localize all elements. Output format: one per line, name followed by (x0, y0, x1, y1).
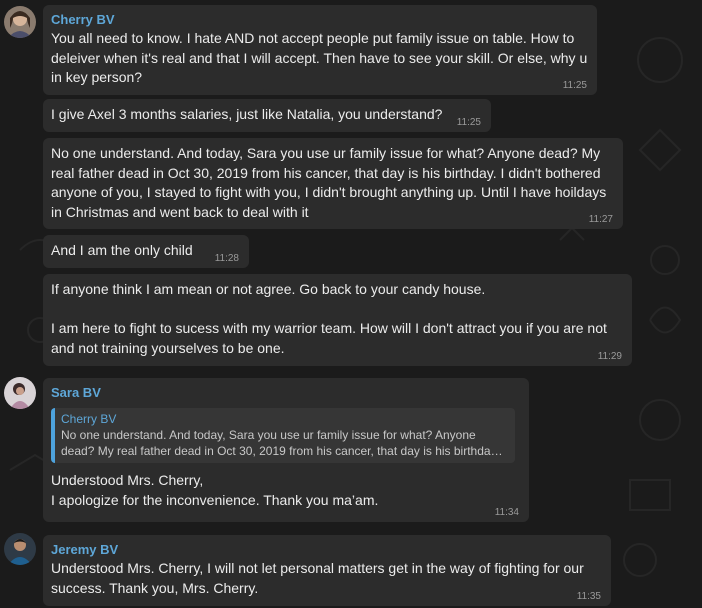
sender-name[interactable]: Jeremy BV (51, 541, 603, 559)
reply-sender-name: Cherry BV (61, 412, 117, 426)
message-text: If anyone think I am mean or not agree. … (51, 281, 607, 356)
avatar-sara[interactable] (4, 377, 36, 409)
avatar-jeremy[interactable] (4, 533, 36, 565)
message-bubble[interactable]: Cherry BV You all need to know. I hate A… (43, 5, 597, 95)
sender-name[interactable]: Cherry BV (51, 11, 589, 29)
reply-quote[interactable]: Cherry BV No one understand. And today, … (51, 408, 515, 463)
message-text: No one understand. And today, Sara you u… (51, 145, 611, 220)
message-time: 11:25 (562, 80, 587, 91)
message-text: Understood Mrs. Cherry, I apologize for … (51, 472, 379, 508)
message-time: 11:28 (214, 253, 239, 264)
message-text: And I am the only child (51, 242, 193, 258)
message-time: 11:29 (597, 351, 622, 362)
message-bubble[interactable]: If anyone think I am mean or not agree. … (43, 274, 632, 366)
avatar-cherry[interactable] (4, 6, 36, 38)
message-text: I give Axel 3 months salaries, just like… (51, 106, 443, 122)
message-text: Understood Mrs. Cherry, I will not let p… (51, 560, 588, 596)
message-time: 11:34 (494, 507, 519, 518)
message-bubble[interactable]: Jeremy BV Understood Mrs. Cherry, I will… (43, 535, 611, 606)
message-bubble[interactable]: I give Axel 3 months salaries, just like… (43, 99, 491, 132)
message-time: 11:35 (576, 591, 601, 602)
reply-text: No one understand. And today, Sara you u… (61, 428, 506, 458)
sender-name[interactable]: Sara BV (51, 384, 521, 402)
message-time: 11:25 (456, 117, 481, 128)
message-bubble[interactable]: And I am the only child 11:28 (43, 235, 249, 268)
message-time: 11:27 (588, 214, 613, 225)
message-bubble[interactable]: Sara BV Cherry BV No one understand. And… (43, 378, 529, 522)
message-bubble[interactable]: No one understand. And today, Sara you u… (43, 138, 623, 229)
message-text: You all need to know. I hate AND not acc… (51, 30, 592, 85)
